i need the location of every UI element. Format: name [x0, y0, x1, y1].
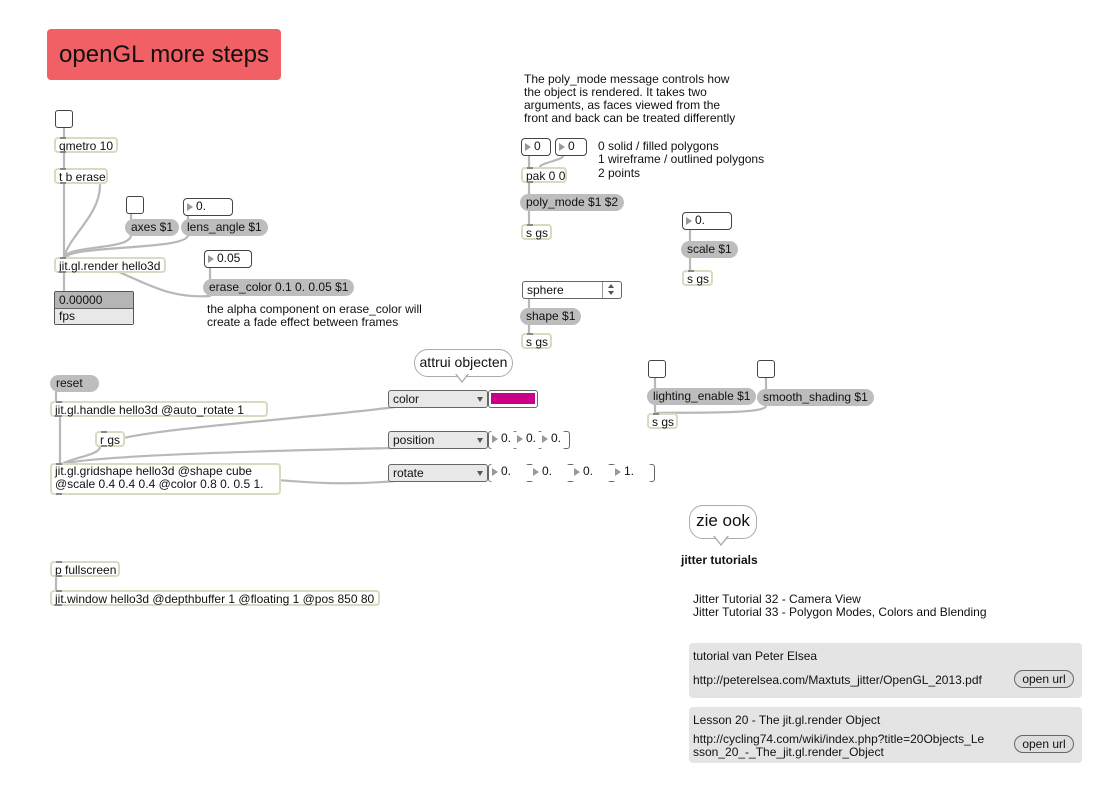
rotate-angle[interactable]: 0. [489, 464, 529, 482]
polymode-comment-4: front and back can be treated differentl… [524, 111, 736, 125]
lesson-panel: Lesson 20 - The jit.gl.render Object htt… [689, 707, 1082, 763]
render-object[interactable]: jit.gl.render hello3d [54, 257, 166, 273]
elsea-title: tutorial van Peter Elsea [693, 649, 818, 663]
alpha-comment-1: the alpha component on erase_color will [207, 302, 422, 316]
axes-toggle[interactable] [126, 196, 144, 214]
polymode-comment-3: arguments, as faces viewed from the [524, 98, 721, 112]
erase-color-message[interactable]: erase_color 0.1 0. 0.05 $1 [203, 279, 355, 296]
send-gs-object[interactable]: s gs [521, 224, 552, 240]
lesson-url-1: http://cycling74.com/wiki/index.php?titl… [693, 732, 985, 746]
send-gs-object[interactable]: s gs [682, 270, 713, 286]
position-x[interactable]: 0. [489, 431, 516, 449]
gridshape-line-2: @scale 0.4 0.4 0.4 @color 0.8 0. 0.5 1. [55, 477, 264, 491]
elsea-panel: tutorial van Peter Elsea http://peterels… [689, 643, 1082, 698]
smooth-shading-message[interactable]: smooth_shading $1 [757, 389, 874, 406]
open-url-button[interactable]: open url [1014, 735, 1074, 753]
window-object[interactable]: jit.window hello3d @depthbuffer 1 @float… [50, 590, 380, 606]
qmetro-object[interactable]: qmetro 10 [54, 137, 118, 153]
lens-angle-number[interactable]: 0. [183, 198, 233, 216]
erase-alpha-number[interactable]: 0.05 [204, 250, 252, 268]
chevron-down-icon [477, 397, 483, 402]
position-attrui[interactable]: position [388, 431, 488, 449]
jitter-tutorials-heading: jitter tutorials [681, 553, 758, 567]
axes-message[interactable]: axes $1 [125, 219, 180, 236]
fullscreen-subpatch[interactable]: p fullscreen [50, 561, 120, 577]
lighting-enable-message[interactable]: lighting_enable $1 [647, 388, 757, 405]
alpha-comment-2: create a fade effect between frames [207, 315, 399, 329]
lesson-title: Lesson 20 - The jit.gl.render Object [693, 713, 881, 727]
fps-value: 0.00000 [55, 292, 133, 309]
back-mode-number[interactable]: 0 [555, 138, 587, 156]
rotate-z[interactable]: 1. [612, 464, 652, 482]
chevron-down-icon [477, 438, 483, 443]
bubble-pointer-fill [714, 535, 728, 544]
send-gs-object[interactable]: s gs [647, 413, 678, 429]
open-url-button[interactable]: open url [1014, 670, 1074, 688]
lesson-url-2: sson_20_-_The_jit.gl.render_Object [693, 745, 884, 759]
lighting-toggle[interactable] [648, 360, 666, 378]
reset-message[interactable]: reset [50, 375, 99, 392]
polymode-comment-1: The poly_mode message controls how [524, 72, 730, 86]
gridshape-object[interactable]: jit.gl.gridshape hello3d @shape cube @sc… [50, 463, 281, 495]
tutorial-33-link[interactable]: Jitter Tutorial 33 - Polygon Modes, Colo… [693, 605, 987, 619]
pak-object[interactable]: pak 0 0 [521, 167, 567, 183]
rotate-y[interactable]: 0. [571, 464, 611, 482]
rotate-x[interactable]: 0. [530, 464, 570, 482]
polymode-message[interactable]: poly_mode $1 $2 [520, 194, 625, 211]
mode-1-comment: 1 wireframe / outlined polygons [598, 152, 765, 166]
send-gs-object[interactable]: s gs [521, 333, 552, 349]
rotate-values[interactable]: 0. 0. 0. 1. [488, 464, 655, 482]
front-mode-number[interactable]: 0 [521, 138, 551, 156]
polymode-comment-2: the object is rendered. It takes two [524, 85, 707, 99]
handle-object[interactable]: jit.gl.handle hello3d @auto_rotate 1 [50, 401, 268, 417]
shape-menu[interactable]: sphere [522, 281, 622, 299]
scale-message[interactable]: scale $1 [681, 241, 738, 258]
chevron-down-icon [477, 471, 483, 476]
color-swatch[interactable] [488, 390, 538, 408]
mode-2-comment: 2 points [598, 166, 641, 180]
position-y[interactable]: 0. [514, 431, 541, 449]
fps-label: fps [55, 309, 133, 324]
elsea-url: http://peterelsea.com/Maxtuts_jitter/Ope… [693, 673, 982, 687]
fps-display: 0.00000 fps [54, 291, 134, 325]
trigger-object[interactable]: t b erase [54, 168, 108, 184]
position-values[interactable]: 0. 0. 0. [488, 431, 570, 449]
scale-number[interactable]: 0. [682, 212, 732, 230]
chevron-down-icon [608, 291, 614, 295]
bubble-pointer-fill [456, 373, 468, 381]
tutorial-32-link[interactable]: Jitter Tutorial 32 - Camera View [693, 592, 861, 606]
shape-message[interactable]: shape $1 [520, 308, 582, 325]
page-title: openGL more steps [47, 29, 281, 80]
position-z[interactable]: 0. [539, 431, 566, 449]
rotate-attrui[interactable]: rotate [388, 464, 488, 482]
toggle[interactable] [55, 110, 73, 128]
lens-angle-message[interactable]: lens_angle $1 [181, 219, 268, 236]
zie-ook-bubble: zie ook [689, 505, 757, 539]
color-attrui[interactable]: color [388, 390, 488, 408]
color-swatch-fill [491, 393, 535, 404]
smooth-shading-toggle[interactable] [757, 360, 775, 378]
shape-menu-arrows [602, 282, 621, 298]
receive-gs-object[interactable]: r gs [95, 431, 125, 447]
mode-0-comment: 0 solid / filled polygons [598, 139, 719, 153]
chevron-up-icon [608, 284, 614, 288]
